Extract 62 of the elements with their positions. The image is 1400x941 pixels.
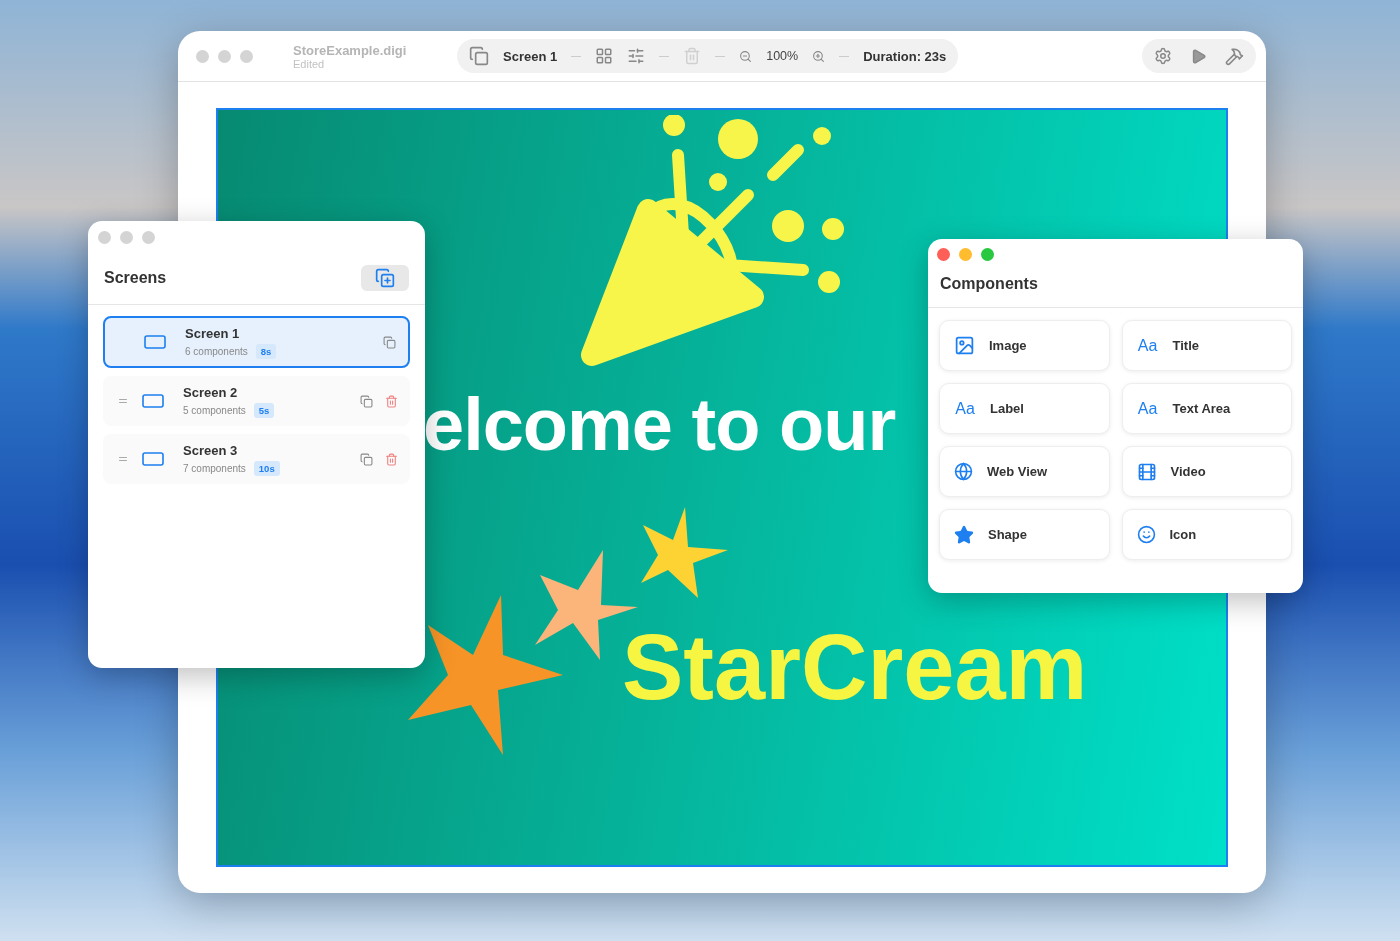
image-icon: [954, 335, 975, 356]
component-card[interactable]: Aa Label: [939, 383, 1110, 434]
window-control[interactable]: [120, 231, 133, 244]
screen-name: Screen 1: [185, 325, 241, 341]
zoom-out-icon: [739, 49, 753, 63]
screen-row[interactable]: Screen 1 6 components 8s: [103, 316, 410, 368]
edited-status: Edited: [293, 57, 325, 70]
star-icon: [954, 524, 974, 545]
window-control[interactable]: [218, 49, 231, 63]
window-control[interactable]: [196, 49, 209, 63]
window-control[interactable]: [959, 248, 972, 261]
window-title: StoreExample.digi: [293, 42, 408, 58]
duplicate-icon[interactable]: [383, 335, 396, 349]
settings-icon: [1154, 47, 1172, 65]
grid-icon: [595, 47, 614, 65]
zoom-in-icon: [812, 49, 826, 63]
window-control[interactable]: [142, 231, 155, 244]
duplicate-icon[interactable]: [360, 394, 373, 408]
current-screen[interactable]: Screen 1: [503, 48, 558, 64]
component-card[interactable]: Icon: [1121, 509, 1292, 560]
play-icon: [1190, 47, 1207, 65]
add-screen-button[interactable]: [361, 265, 409, 291]
globe-icon: [954, 462, 973, 481]
text-glyph: Aa: [954, 399, 976, 418]
duration-badge: 8s: [255, 343, 277, 359]
component-count: 5 components: [183, 404, 246, 416]
component-card[interactable]: Aa Text Area: [1121, 383, 1292, 434]
screens-icon: [469, 46, 489, 66]
film-icon: [1136, 461, 1157, 482]
trash-icon: [683, 47, 702, 65]
window-control[interactable]: [98, 231, 111, 244]
screen-row[interactable]: Screen 2 5 components 5s: [103, 376, 410, 426]
screen-name: Screen 2: [183, 384, 239, 400]
headline-text: elcome to our: [423, 382, 896, 467]
text-glyph: Aa: [1136, 399, 1159, 418]
duplicate-icon[interactable]: [360, 452, 373, 466]
duration-badge: 10s: [253, 460, 280, 476]
panel-title: Screens: [104, 269, 167, 287]
brand-text: StarCream: [622, 615, 1088, 720]
window-control[interactable]: [937, 248, 950, 261]
hammer-icon: [1225, 46, 1244, 66]
component-card[interactable]: Shape: [939, 509, 1110, 560]
component-card[interactable]: Web View: [939, 446, 1110, 497]
panel-title: Components: [940, 275, 1038, 293]
window-control[interactable]: [240, 49, 253, 63]
component-count: 6 components: [185, 345, 248, 357]
screen-name: Screen 3: [183, 442, 239, 458]
delete-icon[interactable]: [385, 452, 398, 466]
zoom-level: 100%: [766, 49, 799, 63]
window-control[interactable]: [981, 248, 994, 261]
component-card[interactable]: Image: [939, 320, 1110, 371]
component-card[interactable]: Aa Title: [1121, 320, 1292, 371]
duration-label: Duration: 23s: [863, 48, 947, 64]
component-count: 7 components: [183, 462, 246, 474]
duration-badge: 5s: [253, 402, 275, 418]
text-glyph: Aa: [1136, 336, 1159, 355]
delete-icon[interactable]: [385, 394, 398, 408]
screen-row[interactable]: Screen 3 7 components 10s: [103, 434, 410, 484]
sliders-icon: [627, 47, 646, 65]
add-screen-icon: [375, 268, 395, 288]
smiley-icon: [1136, 525, 1156, 544]
component-card[interactable]: Video: [1121, 446, 1292, 497]
